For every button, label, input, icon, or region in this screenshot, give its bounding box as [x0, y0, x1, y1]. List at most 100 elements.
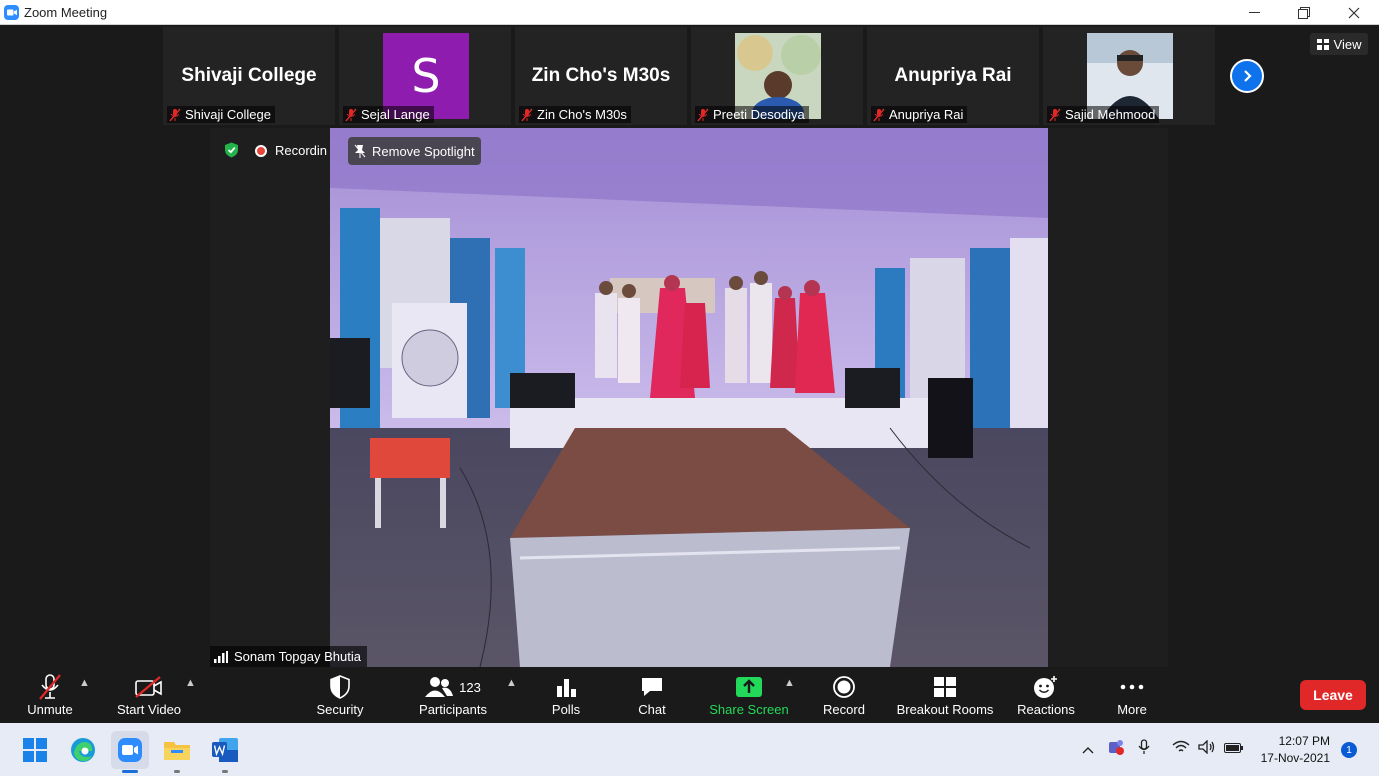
participant-name-tag: Anupriya Rai	[871, 106, 968, 123]
window-title: Zoom Meeting	[24, 4, 108, 20]
reactions-button[interactable]: Reactions	[1014, 667, 1078, 723]
chevron-up-icon[interactable]	[1080, 746, 1096, 754]
close-button[interactable]	[1329, 0, 1379, 25]
participant-name: Shivaji College	[185, 107, 271, 122]
wifi-icon[interactable]	[1172, 740, 1190, 759]
participants-icon: 123	[425, 672, 481, 702]
participant-name-tag: Sajid Mehmood	[1047, 106, 1160, 123]
participant-name: Zin Cho's M30s	[537, 107, 627, 122]
view-label: View	[1333, 36, 1362, 52]
participant-tile[interactable]: S Sejal Lange	[339, 27, 511, 125]
participant-name-tag: Preeti Desodiya	[695, 106, 809, 123]
participant-name-tag: Shivaji College	[167, 106, 275, 123]
participant-tile[interactable]: Shivaji College Shivaji College	[163, 27, 335, 125]
muted-mic-icon	[873, 108, 885, 122]
taskbar-clock[interactable]: 12:07 PM 17-Nov-2021	[1250, 733, 1330, 767]
recording-dot-icon	[255, 145, 267, 158]
participants-options-caret[interactable]: ▲	[506, 677, 517, 689]
breakout-rooms-label: Breakout Rooms	[896, 702, 994, 717]
battery-icon[interactable]	[1224, 741, 1244, 759]
participant-tile[interactable]: Preeti Desodiya	[691, 27, 863, 125]
next-page-button[interactable]	[1230, 59, 1264, 93]
spotlight-video	[330, 128, 1048, 667]
share-options-caret[interactable]: ▲	[784, 677, 795, 689]
participant-name: Sajid Mehmood	[1065, 107, 1156, 122]
shield-icon	[329, 672, 351, 702]
chat-button[interactable]: Chat	[627, 667, 677, 723]
restore-button[interactable]	[1279, 0, 1329, 25]
clock-date: 17-Nov-2021	[1260, 751, 1330, 765]
smiley-icon	[1033, 672, 1059, 702]
muted-mic-icon	[169, 108, 181, 122]
unmute-button[interactable]: Unmute	[20, 667, 80, 723]
windows-logo-icon	[23, 738, 47, 762]
record-label: Record	[823, 702, 865, 717]
stage-video-frame	[330, 128, 1048, 667]
muted-mic-icon	[37, 672, 63, 702]
muted-mic-icon	[521, 108, 533, 122]
participant-tile[interactable]: Sajid Mehmood	[1043, 27, 1215, 125]
microphone-icon[interactable]	[1138, 739, 1150, 760]
system-tray	[1080, 723, 1244, 776]
teams-icon[interactable]	[1106, 739, 1124, 760]
pin-icon	[354, 144, 366, 158]
breakout-rooms-icon	[933, 672, 957, 702]
record-icon	[832, 672, 856, 702]
leave-button[interactable]: Leave	[1300, 680, 1366, 710]
view-button[interactable]: View	[1310, 33, 1368, 55]
word-taskbar-icon[interactable]	[206, 731, 244, 773]
volume-icon[interactable]	[1198, 739, 1216, 759]
share-screen-label: Share Screen	[709, 702, 789, 717]
file-explorer-taskbar-icon[interactable]	[158, 731, 196, 773]
participants-button[interactable]: 123 Participants	[413, 667, 493, 723]
meeting-status-bar: Recordin	[224, 142, 327, 158]
edge-taskbar-icon[interactable]	[64, 731, 102, 769]
polls-icon	[555, 672, 577, 702]
participant-tile[interactable]: Anupriya Rai Anupriya Rai	[867, 27, 1039, 125]
participant-display-name: Shivaji College	[181, 65, 317, 86]
participant-strip: Shivaji College Shivaji College S Sejal …	[163, 27, 1215, 125]
remove-spotlight-button[interactable]: Remove Spotlight	[348, 137, 481, 165]
polls-button[interactable]: Polls	[541, 667, 591, 723]
spotlight-video-area: Recordin Remove Spotlight Sonam Topgay B…	[210, 128, 1168, 667]
remove-spotlight-label: Remove Spotlight	[372, 143, 475, 159]
video-off-icon	[134, 672, 164, 702]
participant-name: Anupriya Rai	[889, 107, 964, 122]
participant-name-tag: Zin Cho's M30s	[519, 106, 631, 123]
grid-view-icon	[1316, 38, 1329, 50]
folder-icon	[164, 742, 190, 760]
participant-count: 123	[459, 679, 481, 695]
participant-display-name: Anupriya Rai	[894, 65, 1012, 86]
zoom-icon	[118, 738, 142, 762]
chat-icon	[640, 672, 664, 702]
notification-badge[interactable]: 1	[1341, 742, 1357, 758]
more-dots-icon	[1120, 672, 1144, 702]
muted-mic-icon	[345, 108, 357, 122]
active-speaker-name: Sonam Topgay Bhutia	[234, 649, 361, 664]
more-button[interactable]: More	[1108, 667, 1156, 723]
audio-options-caret[interactable]: ▲	[79, 677, 90, 689]
chat-label: Chat	[638, 702, 666, 717]
recording-indicator[interactable]: Recordin	[255, 143, 327, 158]
breakout-rooms-button[interactable]: Breakout Rooms	[893, 667, 997, 723]
title-bar: Zoom Meeting	[0, 0, 1379, 25]
start-button[interactable]	[16, 731, 54, 769]
participant-display-name: Zin Cho's M30s	[531, 65, 671, 86]
zoom-taskbar-icon[interactable]	[111, 731, 149, 773]
record-button[interactable]: Record	[818, 667, 870, 723]
share-screen-button[interactable]: Share Screen	[706, 667, 792, 723]
start-video-label: Start Video	[116, 702, 182, 717]
windows-taskbar: 12:07 PM 17-Nov-2021 1	[0, 723, 1379, 776]
encryption-shield-icon[interactable]	[224, 142, 239, 158]
muted-mic-icon	[1049, 108, 1061, 122]
start-video-button[interactable]: Start Video	[112, 667, 186, 723]
word-icon	[212, 738, 238, 762]
meeting-controls-toolbar: Unmute ▲ Start Video ▲ Security 123 Part…	[0, 667, 1379, 723]
video-options-caret[interactable]: ▲	[185, 677, 196, 689]
share-screen-icon	[735, 672, 763, 702]
minimize-button[interactable]	[1229, 0, 1279, 25]
security-button[interactable]: Security	[310, 667, 370, 723]
participant-name-tag: Sejal Lange	[343, 106, 434, 123]
participant-tile[interactable]: Zin Cho's M30s Zin Cho's M30s	[515, 27, 687, 125]
participants-label: Participants	[419, 702, 487, 717]
